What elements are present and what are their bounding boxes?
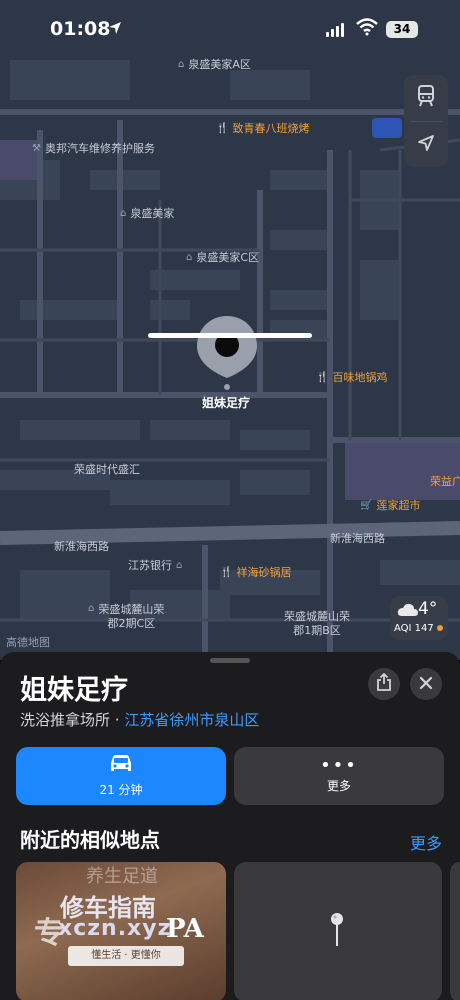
poi-rongsheng-times[interactable]: 荣盛时代盛汇: [74, 461, 140, 477]
drive-time-label: 21 分钟: [99, 783, 143, 797]
poi-auto-repair[interactable]: ⚒ 奥邦汽车维修养护服务: [32, 140, 155, 156]
train-icon: [417, 85, 435, 111]
wifi-icon: [356, 18, 378, 40]
battery-indicator: 34: [386, 21, 418, 38]
nearby-card-3[interactable]: [450, 862, 460, 1000]
current-location-button[interactable]: [404, 122, 448, 168]
poi-quansheng[interactable]: ⌂ 泉盛美家: [120, 205, 174, 221]
close-icon: [419, 675, 433, 694]
share-button[interactable]: [368, 668, 400, 700]
map-pin-icon: [330, 912, 344, 952]
location-arrow-icon: [417, 134, 435, 156]
card-image-top-text: 养生足道: [86, 866, 158, 887]
road-label-west: 新淮海西路: [54, 540, 109, 553]
location-pin[interactable]: [195, 314, 259, 394]
bank-icon: ⌂: [176, 559, 183, 571]
poi-bbq[interactable]: 🍴 致青春八班烧烤: [216, 120, 309, 136]
poi-jiangsu-bank[interactable]: 江苏银行 ⌂: [128, 557, 182, 573]
home-indicator[interactable]: [148, 333, 312, 338]
nearby-card-1[interactable]: 养生足道 专 PA 修车指南 xczn.xyz 懂生活 · 更懂你: [16, 862, 226, 1000]
aqi-label: AQI 147: [394, 623, 443, 634]
wrench-icon: ⚒: [32, 142, 41, 154]
road-label-east: 新淮海西路: [330, 532, 385, 545]
more-actions-label: 更多: [326, 778, 351, 793]
watermark-url: xczn.xyz: [58, 916, 172, 941]
poi-lianjia-supermarket[interactable]: 🛒 莲家超市: [360, 497, 420, 513]
nearby-card-2[interactable]: [234, 862, 442, 1000]
sheet-grabber[interactable]: [210, 658, 250, 663]
map-controls: [404, 75, 448, 167]
card-image-pa-text: PA: [166, 914, 204, 944]
card-image-slogan: 懂生活 · 更懂你: [68, 946, 184, 966]
ellipsis-icon: •••: [320, 754, 358, 776]
location-arrow-icon: [108, 21, 122, 39]
map-view[interactable]: ⌂ 泉盛美家A区 🍴 致青春八班烧烤 ⚒ 奥邦汽车维修养护服务 ⌂ 泉盛美家 ⌂…: [0, 0, 460, 660]
poi-rongyi[interactable]: 荣益广: [430, 473, 460, 489]
cloud-icon: [397, 602, 419, 621]
directions-button[interactable]: 21 分钟: [16, 747, 226, 805]
fork-knife-icon: 🍴: [220, 566, 233, 578]
more-actions-button[interactable]: ••• 更多: [234, 747, 444, 805]
status-time: 01:08: [50, 18, 111, 40]
poi-quansheng-c[interactable]: ⌂ 泉盛美家C区: [186, 249, 259, 265]
poi-rongsheng-2c[interactable]: ⌂ 荣盛城麓山荣 郡2期C区: [88, 603, 164, 631]
close-button[interactable]: [410, 668, 442, 700]
fork-knife-icon: 🍴: [216, 122, 229, 134]
share-icon: [376, 672, 392, 695]
poi-rongsheng-1b[interactable]: 荣盛城麓山荣 郡1期B区: [284, 610, 350, 638]
building-icon: ⌂: [120, 207, 127, 219]
nearby-more-link[interactable]: 更多: [410, 830, 442, 854]
fork-knife-icon: 🍴: [316, 371, 329, 383]
place-card-sheet[interactable]: 姐妹足疗 洗浴推拿场所 · 江苏省徐州市泉山区 21 分钟 ••• 更多 附近的…: [0, 652, 460, 1000]
map-legal-text[interactable]: 高德地图: [6, 634, 50, 650]
cart-icon: 🛒: [360, 499, 373, 511]
place-category: 洗浴推拿场所 ·: [20, 711, 125, 729]
building-icon: ⌂: [88, 603, 95, 614]
transit-mode-button[interactable]: [404, 75, 448, 121]
weather-badge[interactable]: 4° AQI 147: [390, 596, 448, 640]
cellular-signal-icon: [326, 21, 344, 37]
car-icon: [108, 754, 134, 777]
pin-label: 姐妹足疗: [202, 396, 251, 410]
building-icon: ⌂: [178, 58, 185, 70]
place-title: 姐妹足疗: [20, 675, 128, 706]
poi-diguoji[interactable]: 🍴 百味地锅鸡: [316, 369, 387, 385]
nearby-section-title: 附近的相似地点: [20, 828, 160, 852]
place-subtitle: 洗浴推拿场所 · 江苏省徐州市泉山区: [20, 709, 259, 730]
weather-temp: 4°: [418, 599, 438, 619]
place-location-link[interactable]: 江苏省徐州市泉山区: [124, 711, 259, 729]
status-bar: 01:08 34: [0, 0, 460, 60]
poi-xianghai[interactable]: 🍴 祥海砂锅居: [220, 564, 291, 580]
aqi-status-dot: [436, 625, 443, 631]
building-icon: ⌂: [186, 251, 193, 263]
